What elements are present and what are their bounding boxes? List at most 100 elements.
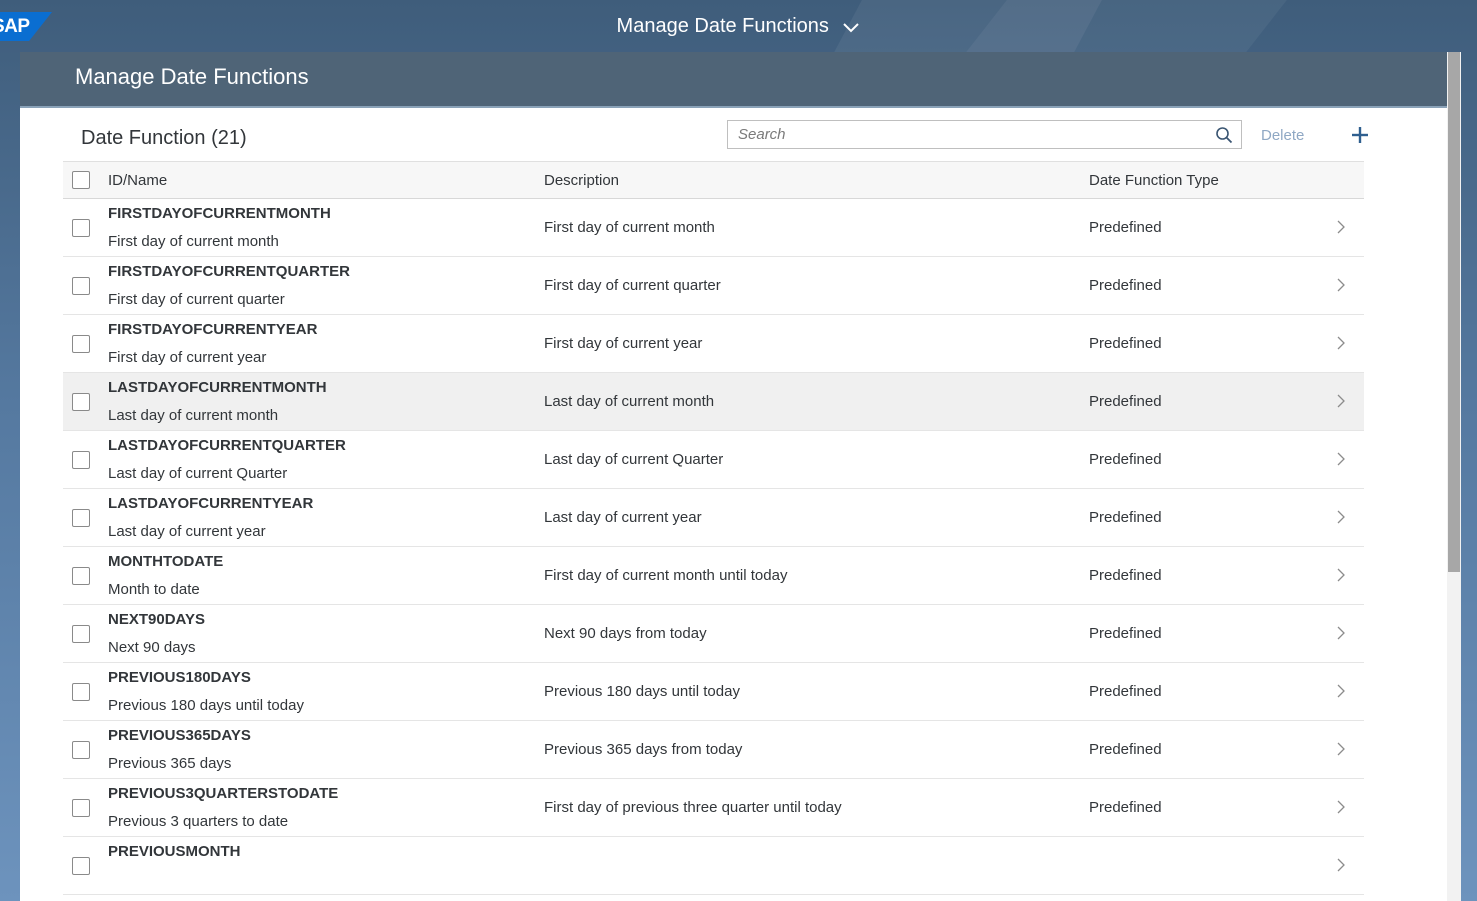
row-name: First day of current month <box>108 233 279 250</box>
table-row[interactable]: FIRSTDAYOFCURRENTMONTH First day of curre… <box>63 199 1364 257</box>
row-id: MONTHTODATE <box>108 553 224 570</box>
select-all-checkbox[interactable] <box>72 171 90 189</box>
chevron-right-icon[interactable] <box>1336 684 1346 698</box>
row-checkbox[interactable] <box>72 625 90 643</box>
row-name: Last day of current month <box>108 407 279 424</box>
row-type: Predefined <box>1089 335 1162 352</box>
row-type: Predefined <box>1089 451 1162 468</box>
row-id: NEXT90DAYS <box>108 611 205 628</box>
row-description: First day of current year <box>544 335 703 352</box>
row-id: LASTDAYOFCURRENTMONTH <box>108 379 327 396</box>
table-row[interactable]: LASTDAYOFCURRENTMONTH Last day of current… <box>63 373 1364 431</box>
chevron-right-icon[interactable] <box>1336 510 1346 524</box>
chevron-right-icon[interactable] <box>1336 394 1346 408</box>
table-row[interactable]: FIRSTDAYOFCURRENTQUARTER First day of cur… <box>63 257 1364 315</box>
chevron-right-icon[interactable] <box>1336 278 1346 292</box>
row-checkbox[interactable] <box>72 741 90 759</box>
row-type: Predefined <box>1089 567 1162 584</box>
row-type: Predefined <box>1089 277 1162 294</box>
row-name: Last day of current Quarter <box>108 465 288 482</box>
chevron-right-icon[interactable] <box>1336 220 1346 234</box>
row-description: Next 90 days from today <box>544 625 707 642</box>
row-description: Last day of current year <box>544 509 702 526</box>
table-row[interactable]: LASTDAYOFCURRENTQUARTER Last day of curre… <box>63 431 1364 489</box>
table-row[interactable]: PREVIOUS3QUARTERSTODATE Previous 3 quarte… <box>63 779 1364 837</box>
row-name: Previous 3 quarters to date <box>108 813 289 830</box>
row-type: Predefined <box>1089 219 1162 236</box>
row-type: Predefined <box>1089 683 1162 700</box>
row-description: Last day of current month <box>544 393 715 410</box>
row-name: Next 90 days <box>108 639 196 656</box>
row-name: Month to date <box>108 581 200 598</box>
row-id: PREVIOUS365DAYS <box>108 727 251 744</box>
row-type: Predefined <box>1089 393 1162 410</box>
table-row[interactable]: PREVIOUS365DAYS Previous 365 days Previous… <box>63 721 1364 779</box>
page-header: Manage Date Functions <box>20 52 1447 108</box>
row-id: FIRSTDAYOFCURRENTQUARTER <box>108 263 350 280</box>
row-id: PREVIOUS180DAYS <box>108 669 251 686</box>
chevron-right-icon[interactable] <box>1336 858 1346 872</box>
row-name: Previous 180 days until today <box>108 697 304 714</box>
row-id: PREVIOUS3QUARTERSTODATE <box>108 785 339 802</box>
chevron-right-icon[interactable] <box>1336 742 1346 756</box>
scrollbar-thumb[interactable] <box>1448 52 1460 572</box>
row-description: Previous 365 days from today <box>544 741 743 758</box>
table-row[interactable]: FIRSTDAYOFCURRENTYEAR First day of curren… <box>63 315 1364 373</box>
search-input[interactable] <box>728 121 1208 148</box>
table-row[interactable]: LASTDAYOFCURRENTYEAR Last day of current … <box>63 489 1364 547</box>
row-name: Previous 365 days <box>108 755 232 772</box>
row-checkbox[interactable] <box>72 857 90 875</box>
row-id: FIRSTDAYOFCURRENTMONTH <box>108 205 331 222</box>
row-type: Predefined <box>1089 799 1162 816</box>
row-checkbox[interactable] <box>72 393 90 411</box>
row-description: First day of current month <box>544 219 715 236</box>
row-name: First day of current year <box>108 349 267 366</box>
row-id: LASTDAYOFCURRENTYEAR <box>108 495 314 512</box>
shell-header: SAP Manage Date Functions <box>0 0 1477 52</box>
row-checkbox[interactable] <box>72 683 90 701</box>
shell-app-title[interactable]: Manage Date Functions <box>0 13 1477 39</box>
row-description: First day of current quarter <box>544 277 721 294</box>
row-checkbox[interactable] <box>72 567 90 585</box>
table-row[interactable]: MONTHTODATE Month to date First day of cur… <box>63 547 1364 605</box>
row-checkbox[interactable] <box>72 451 90 469</box>
chevron-right-icon[interactable] <box>1336 336 1346 350</box>
row-checkbox[interactable] <box>72 277 90 295</box>
table-row[interactable]: PREVIOUS180DAYS Previous 180 days until t… <box>63 663 1364 721</box>
row-checkbox[interactable] <box>72 335 90 353</box>
row-description: First day of current month until today <box>544 567 788 584</box>
plus-icon[interactable] <box>1349 124 1371 146</box>
table-body: FIRSTDAYOFCURRENTMONTH First day of curre… <box>63 199 1364 895</box>
search-icon[interactable] <box>1215 126 1233 144</box>
chevron-right-icon[interactable] <box>1336 800 1346 814</box>
row-type: Predefined <box>1089 509 1162 526</box>
row-id: FIRSTDAYOFCURRENTYEAR <box>108 321 318 338</box>
date-function-table: ID/Name Description Date Function Type F… <box>63 161 1364 895</box>
row-description: First day of previous three quarter unti… <box>544 799 842 816</box>
table-row[interactable]: NEXT90DAYS Next 90 days Next 90 days from … <box>63 605 1364 663</box>
shell-title-text: Manage Date Functions <box>616 15 829 37</box>
row-type: Predefined <box>1089 625 1162 642</box>
column-header-type[interactable]: Date Function Type <box>1089 171 1219 191</box>
page-title: Manage Date Functions <box>75 64 309 89</box>
chevron-down-icon <box>843 23 860 33</box>
chevron-right-icon[interactable] <box>1336 568 1346 582</box>
column-header-id-name[interactable]: ID/Name <box>108 171 167 191</box>
row-id: LASTDAYOFCURRENTQUARTER <box>108 437 346 454</box>
row-checkbox[interactable] <box>72 219 90 237</box>
row-name: First day of current quarter <box>108 291 285 308</box>
table-header-row: ID/Name Description Date Function Type <box>63 161 1364 199</box>
row-checkbox[interactable] <box>72 509 90 527</box>
row-name: Last day of current year <box>108 523 266 540</box>
table-row[interactable]: PREVIOUSMONTH <box>63 837 1364 895</box>
row-type: Predefined <box>1089 741 1162 758</box>
chevron-right-icon[interactable] <box>1336 626 1346 640</box>
search-field[interactable] <box>727 120 1242 149</box>
delete-button[interactable]: Delete <box>1261 126 1304 146</box>
table-title: Date Function (21) <box>81 127 247 149</box>
row-description: Previous 180 days until today <box>544 683 740 700</box>
chevron-right-icon[interactable] <box>1336 452 1346 466</box>
column-header-description[interactable]: Description <box>544 171 619 191</box>
row-description: Last day of current Quarter <box>544 451 724 468</box>
row-checkbox[interactable] <box>72 799 90 817</box>
